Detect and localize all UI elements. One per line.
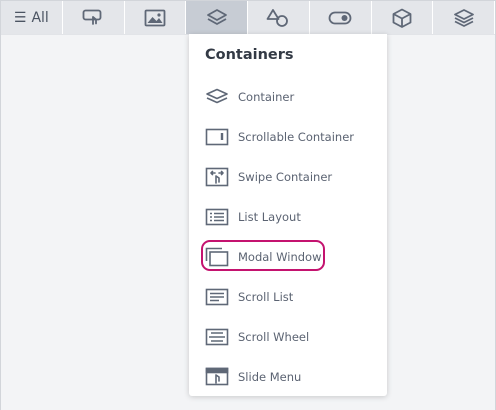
image-icon — [144, 9, 166, 27]
tab-interactions[interactable] — [62, 1, 125, 34]
menu-item-list-layout[interactable]: List Layout — [189, 200, 387, 234]
layers-icon — [206, 8, 228, 28]
swipe-container-icon — [205, 167, 229, 187]
menu-item-modal-window[interactable]: Modal Window — [189, 240, 387, 274]
menu-item-swipe-container[interactable]: Swipe Container — [189, 160, 387, 194]
tab-more[interactable] — [433, 1, 495, 34]
scroll-list-icon — [205, 287, 229, 307]
tab-media[interactable] — [124, 1, 187, 34]
menu-item-label: List Layout — [238, 210, 301, 224]
list-layout-icon — [205, 207, 229, 227]
menu-item-label: Slide Menu — [238, 370, 302, 384]
shapes-icon — [266, 8, 290, 28]
containers-dropdown: Containers Container Scrollable Containe… — [189, 34, 387, 396]
menu-icon: ☰ — [13, 9, 27, 26]
menu-item-label: Scroll Wheel — [238, 330, 310, 344]
menu-item-slide-menu[interactable]: Slide Menu — [189, 360, 387, 394]
tab-shapes[interactable] — [248, 1, 310, 34]
dropdown-title: Containers — [205, 47, 294, 63]
scroll-wheel-icon — [205, 327, 229, 347]
tab-all-label: All — [31, 9, 49, 26]
stack-icon — [453, 8, 475, 28]
scrollable-container-icon — [205, 127, 229, 147]
menu-item-label: Modal Window — [238, 250, 322, 264]
modal-window-icon — [205, 247, 229, 267]
toggle-icon — [328, 11, 352, 25]
category-toolbar: ☰ All — [1, 1, 495, 35]
menu-item-label: Container — [238, 90, 295, 104]
tab-3d[interactable] — [371, 1, 434, 34]
menu-item-scrollable-container[interactable]: Scrollable Container — [189, 120, 387, 154]
menu-item-label: Swipe Container — [238, 170, 333, 184]
touch-icon — [82, 9, 104, 27]
tab-inputs[interactable] — [309, 1, 372, 34]
menu-item-label: Scroll List — [238, 290, 294, 304]
menu-item-scroll-wheel[interactable]: Scroll Wheel — [189, 320, 387, 354]
tab-containers[interactable] — [186, 1, 248, 34]
menu-item-scroll-list[interactable]: Scroll List — [189, 280, 387, 314]
menu-item-container[interactable]: Container — [189, 80, 387, 114]
slide-menu-icon — [205, 367, 229, 387]
menu-item-label: Scrollable Container — [238, 130, 354, 144]
tab-all[interactable]: ☰ All — [1, 1, 63, 34]
cube-icon — [391, 8, 413, 28]
container-icon — [205, 87, 229, 107]
widget-library-panel: ☰ All Containers Container Scrollable Co… — [0, 0, 496, 410]
